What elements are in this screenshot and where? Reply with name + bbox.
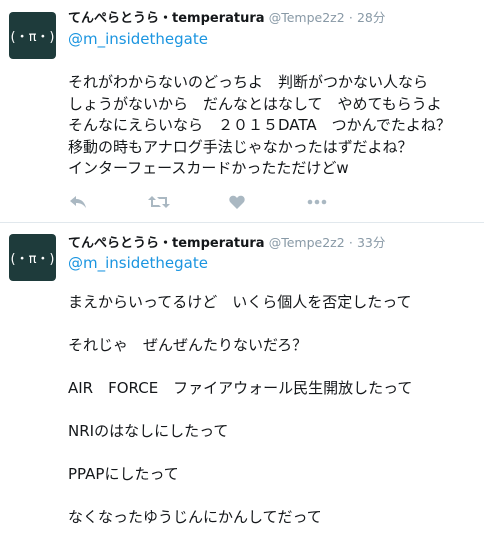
tweet-1[interactable]: (・π・) てんぺらとうら・temperatura @Tempe2z2 · 28… bbox=[0, 0, 484, 222]
tweet-header: てんぺらとうら・temperatura @Tempe2z2 · 28分 bbox=[68, 9, 385, 27]
tweet-line: インターフェースカードかったただけどw bbox=[68, 159, 349, 177]
avatar[interactable]: (・π・) bbox=[9, 234, 56, 281]
reply-to-mention[interactable]: @m_insidethegate bbox=[68, 29, 208, 49]
separator: · bbox=[348, 10, 353, 25]
tweet-line: しょうがないから だんなとはなして やめてもらうよ bbox=[68, 94, 442, 113]
tweet-line: それじゃ ぜんぜんたりないだろ？ bbox=[68, 336, 308, 354]
display-name[interactable]: てんぺらとうら・temperatura bbox=[68, 236, 265, 251]
tweet-line: なくなったゆうじんにかんしてだって bbox=[68, 508, 322, 526]
reply-icon[interactable] bbox=[68, 193, 88, 211]
timestamp[interactable]: 33分 bbox=[357, 235, 385, 250]
avatar[interactable]: (・π・) bbox=[9, 12, 56, 59]
more-icon[interactable] bbox=[306, 193, 328, 211]
like-icon[interactable] bbox=[228, 193, 246, 211]
tweet-actions bbox=[68, 193, 368, 211]
tweet-line: そんなにえらいなら ２０１５DATA つかんでたよね？ bbox=[68, 116, 451, 134]
tweet-line: PPAPにしたって bbox=[68, 465, 179, 483]
user-handle[interactable]: @Tempe2z2 bbox=[269, 10, 345, 25]
tweet-line: まえからいってるけど いくら個人を否定したって bbox=[68, 293, 412, 311]
tweet-line: 移動の時もアナログ手法じゃなかったはずだよね？ bbox=[68, 137, 413, 156]
tweet-text: まえからいってるけど いくら個人を否定したって それじゃ ぜんぜんたりないだろ？… bbox=[68, 292, 412, 529]
tweet-line: NRIのはなしにしたって bbox=[68, 422, 229, 440]
reply-to-mention[interactable]: @m_insidethegate bbox=[68, 253, 208, 273]
timestamp[interactable]: 28分 bbox=[357, 10, 385, 25]
tweet-line: それがわからないのどっちよ 判断がつかない人なら bbox=[68, 73, 429, 91]
user-handle[interactable]: @Tempe2z2 bbox=[269, 235, 345, 250]
separator: · bbox=[348, 235, 353, 250]
retweet-icon[interactable] bbox=[148, 193, 170, 211]
tweet-line: AIR FORCE ファイアウォール民生開放したって bbox=[68, 379, 413, 397]
tweet-header: てんぺらとうら・temperatura @Tempe2z2 · 33分 bbox=[68, 234, 385, 252]
tweet-text: それがわからないのどっちよ 判断がつかない人なら しょうがないから だんなとはな… bbox=[68, 72, 451, 180]
display-name[interactable]: てんぺらとうら・temperatura bbox=[68, 11, 265, 26]
